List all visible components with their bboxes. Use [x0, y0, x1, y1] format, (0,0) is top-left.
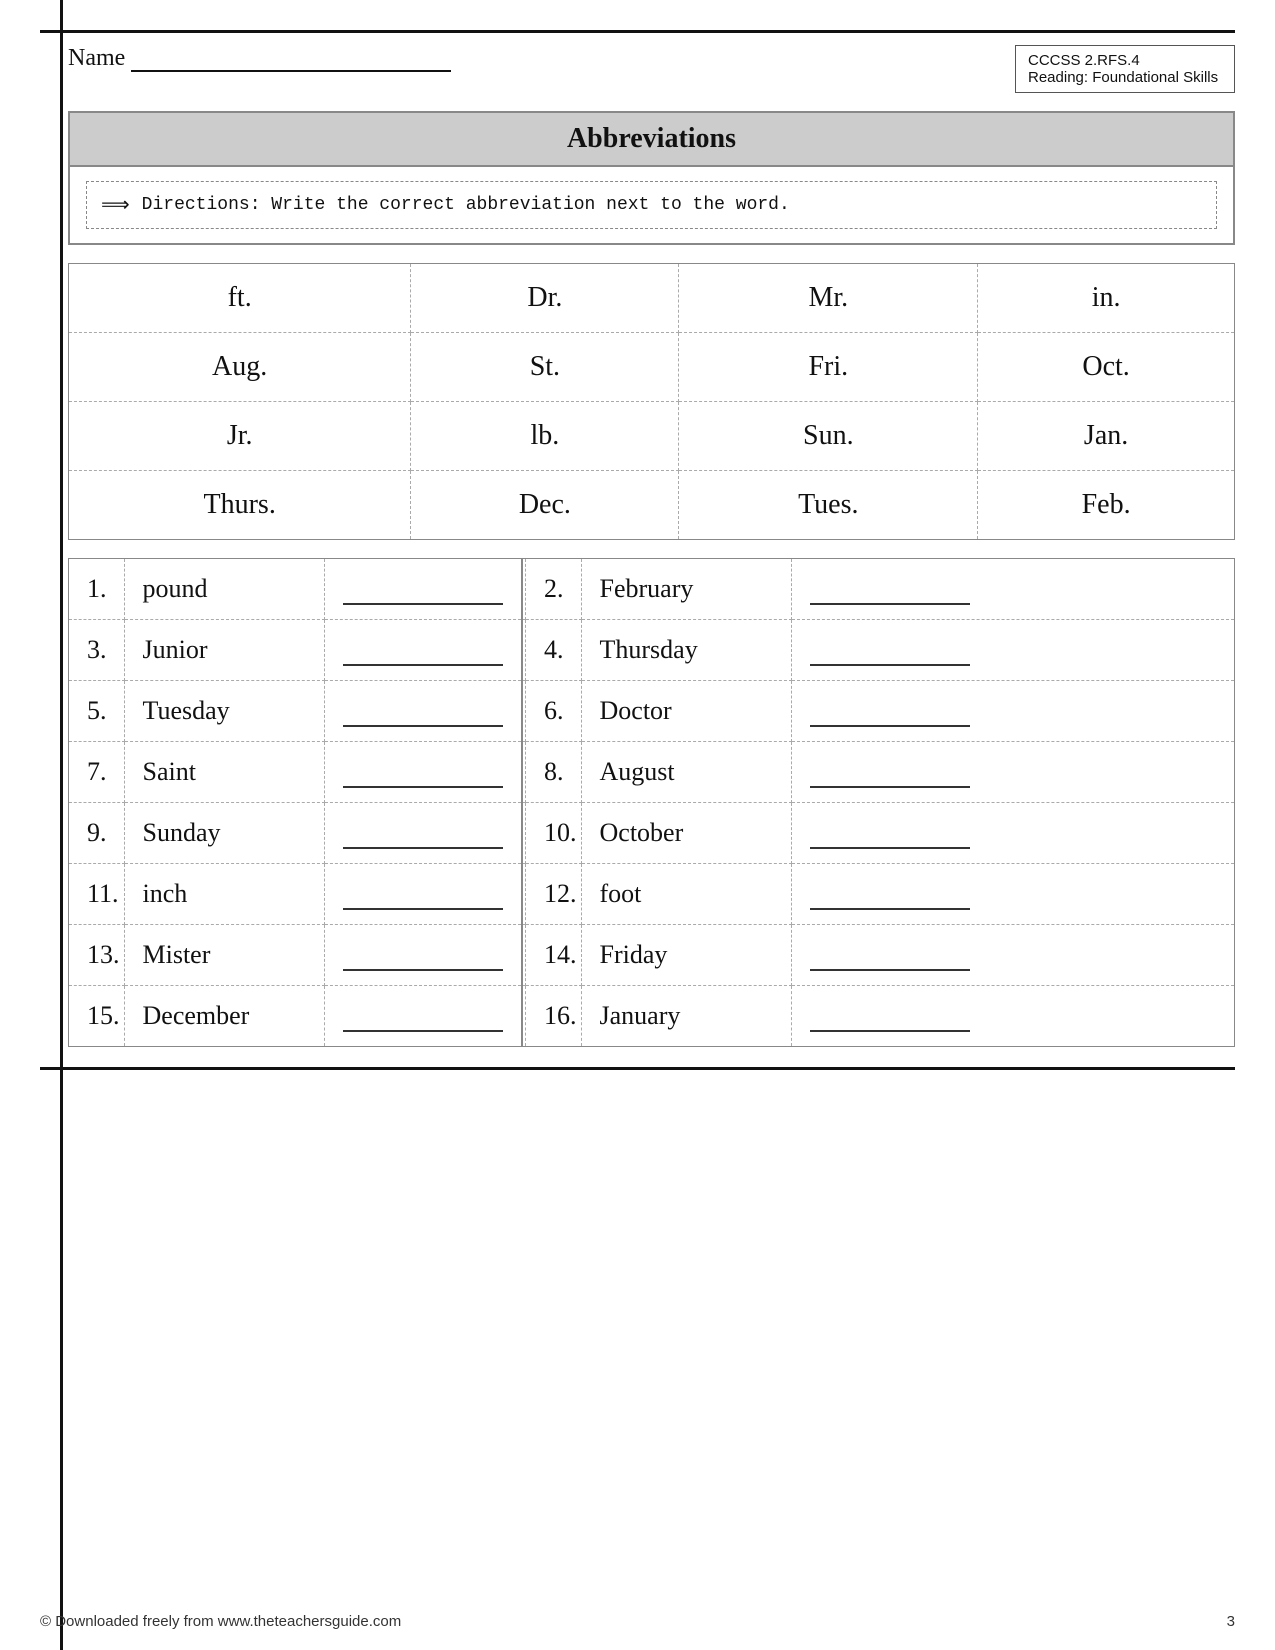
exercise-number-right: 6. — [526, 681, 582, 742]
name-label: Name — [68, 45, 125, 72]
exercise-word-left: Sunday — [124, 803, 324, 864]
abbrev-cell: Oct. — [978, 333, 1235, 402]
abbrev-cell: Aug. — [69, 333, 411, 402]
abbrev-cell: Mr. — [679, 264, 978, 333]
exercise-word-right: February — [581, 559, 791, 620]
title-section: Abbreviations ⟹ Directions: Write the co… — [68, 111, 1235, 245]
exercise-word-right: October — [581, 803, 791, 864]
abbrev-cell: Jr. — [69, 402, 411, 471]
exercise-number-left: 9. — [69, 803, 125, 864]
exercise-answer-left[interactable] — [324, 986, 522, 1047]
exercise-word-right: January — [581, 986, 791, 1047]
exercise-number-right: 4. — [526, 620, 582, 681]
exercise-word-left: pound — [124, 559, 324, 620]
exercise-number-right: 14. — [526, 925, 582, 986]
name-line: Name — [68, 45, 451, 72]
abbrev-cell: lb. — [411, 402, 679, 471]
exercise-number-right: 8. — [526, 742, 582, 803]
exercise-answer-left[interactable] — [324, 864, 522, 925]
exercise-word-left: Mister — [124, 925, 324, 986]
exercises-table: 1.pound 2.February 3.Junior 4.Thursday 5… — [68, 558, 1235, 1047]
directions-text: Directions: Write the correct abbreviati… — [142, 195, 790, 215]
standards-line1: CCCSS 2.RFS.4 — [1028, 52, 1222, 69]
exercise-answer-left[interactable] — [324, 925, 522, 986]
exercise-answer-left[interactable] — [324, 803, 522, 864]
footer-page-number: 3 — [1227, 1613, 1235, 1630]
exercise-number-left: 15. — [69, 986, 125, 1047]
abbrev-cell: Dr. — [411, 264, 679, 333]
abbrev-cell: in. — [978, 264, 1235, 333]
exercise-word-right: foot — [581, 864, 791, 925]
name-underline — [131, 48, 451, 72]
abbrev-cell: St. — [411, 333, 679, 402]
exercise-number-left: 7. — [69, 742, 125, 803]
standards-box: CCCSS 2.RFS.4 Reading: Foundational Skil… — [1015, 45, 1235, 93]
abbrev-cell: Tues. — [679, 471, 978, 540]
exercise-answer-left[interactable] — [324, 681, 522, 742]
exercise-word-right: Thursday — [581, 620, 791, 681]
exercise-word-right: Doctor — [581, 681, 791, 742]
standards-line2: Reading: Foundational Skills — [1028, 69, 1222, 86]
exercise-number-right: 16. — [526, 986, 582, 1047]
header: Name CCCSS 2.RFS.4 Reading: Foundational… — [68, 45, 1235, 93]
left-border — [60, 0, 63, 1650]
exercise-word-left: Saint — [124, 742, 324, 803]
abbrev-cell: Thurs. — [69, 471, 411, 540]
exercise-answer-right[interactable] — [791, 986, 1235, 1047]
abbreviations-grid: ft.Dr.Mr.in. Aug.St.Fri.Oct. Jr.lb.Sun.Jan… — [68, 263, 1235, 540]
exercise-word-left: December — [124, 986, 324, 1047]
top-border — [40, 30, 1235, 33]
footer-copyright: © Downloaded freely from www.theteachers… — [40, 1613, 401, 1630]
exercise-answer-right[interactable] — [791, 803, 1235, 864]
bottom-border — [40, 1067, 1235, 1070]
footer: © Downloaded freely from www.theteachers… — [0, 1613, 1275, 1630]
exercise-answer-right[interactable] — [791, 864, 1235, 925]
exercise-answer-right[interactable] — [791, 925, 1235, 986]
exercise-number-left: 1. — [69, 559, 125, 620]
exercise-answer-left[interactable] — [324, 559, 522, 620]
abbrev-cell: Jan. — [978, 402, 1235, 471]
exercise-number-left: 5. — [69, 681, 125, 742]
exercise-word-right: Friday — [581, 925, 791, 986]
title-bar: Abbreviations — [70, 113, 1233, 167]
exercise-word-left: Tuesday — [124, 681, 324, 742]
abbrev-cell: Dec. — [411, 471, 679, 540]
abbrev-cell: Feb. — [978, 471, 1235, 540]
arrow-icon: ⟹ — [101, 192, 130, 218]
exercise-answer-left[interactable] — [324, 620, 522, 681]
abbrev-cell: ft. — [69, 264, 411, 333]
exercise-answer-left[interactable] — [324, 742, 522, 803]
page: Name CCCSS 2.RFS.4 Reading: Foundational… — [0, 0, 1275, 1650]
exercise-number-right: 2. — [526, 559, 582, 620]
exercise-word-right: August — [581, 742, 791, 803]
exercise-number-right: 10. — [526, 803, 582, 864]
exercise-word-left: Junior — [124, 620, 324, 681]
exercise-answer-right[interactable] — [791, 620, 1235, 681]
exercise-answer-right[interactable] — [791, 681, 1235, 742]
directions-box: ⟹ Directions: Write the correct abbrevia… — [86, 181, 1217, 229]
abbrev-cell: Fri. — [679, 333, 978, 402]
exercise-number-left: 3. — [69, 620, 125, 681]
abbrev-cell: Sun. — [679, 402, 978, 471]
main-content: Name CCCSS 2.RFS.4 Reading: Foundational… — [68, 45, 1235, 1047]
exercise-number-right: 12. — [526, 864, 582, 925]
exercise-answer-right[interactable] — [791, 559, 1235, 620]
exercise-number-left: 11. — [69, 864, 125, 925]
exercise-word-left: inch — [124, 864, 324, 925]
exercise-answer-right[interactable] — [791, 742, 1235, 803]
exercise-number-left: 13. — [69, 925, 125, 986]
